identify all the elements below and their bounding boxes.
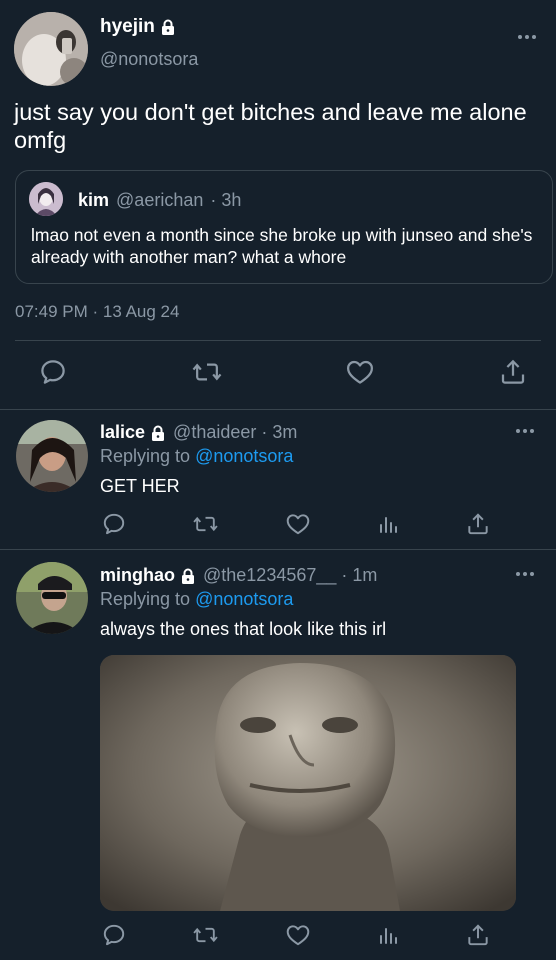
avatar[interactable] <box>16 562 88 634</box>
avatar-photo <box>16 562 88 634</box>
analytics-icon <box>379 928 397 944</box>
display-name[interactable]: minghao <box>100 565 175 586</box>
author-name-row: minghao @the1234567__ · 1m <box>100 565 377 586</box>
reply-action-bar <box>101 922 491 948</box>
analytics-button[interactable] <box>376 922 400 948</box>
mention-link[interactable]: @nonotsora <box>195 589 293 609</box>
like-button[interactable] <box>285 922 311 948</box>
reply-button[interactable] <box>101 922 127 948</box>
tweet-thread: hyejin @nonotsora just say you don't get… <box>0 0 556 960</box>
lock-icon <box>182 568 194 584</box>
reply-tweet[interactable]: minghao @the1234567__ · 1m Replying to @… <box>0 0 556 960</box>
share-icon <box>468 924 488 946</box>
tweet-time: · 1m <box>341 565 378 585</box>
heart-icon <box>286 925 309 946</box>
retweet-icon <box>193 927 218 943</box>
reply-icon <box>103 924 125 946</box>
more-options-icon[interactable] <box>514 570 536 578</box>
replying-to-label: Replying to <box>100 589 191 609</box>
author-handle[interactable]: @the1234567__ <box>203 565 336 586</box>
retweet-button[interactable] <box>192 922 219 948</box>
tweet-text: always the ones that look like this irl <box>100 619 387 639</box>
attached-image[interactable] <box>100 655 516 911</box>
attached-photo <box>100 655 516 911</box>
replying-to: Replying to @nonotsora <box>100 589 293 610</box>
share-button[interactable] <box>465 922 491 948</box>
